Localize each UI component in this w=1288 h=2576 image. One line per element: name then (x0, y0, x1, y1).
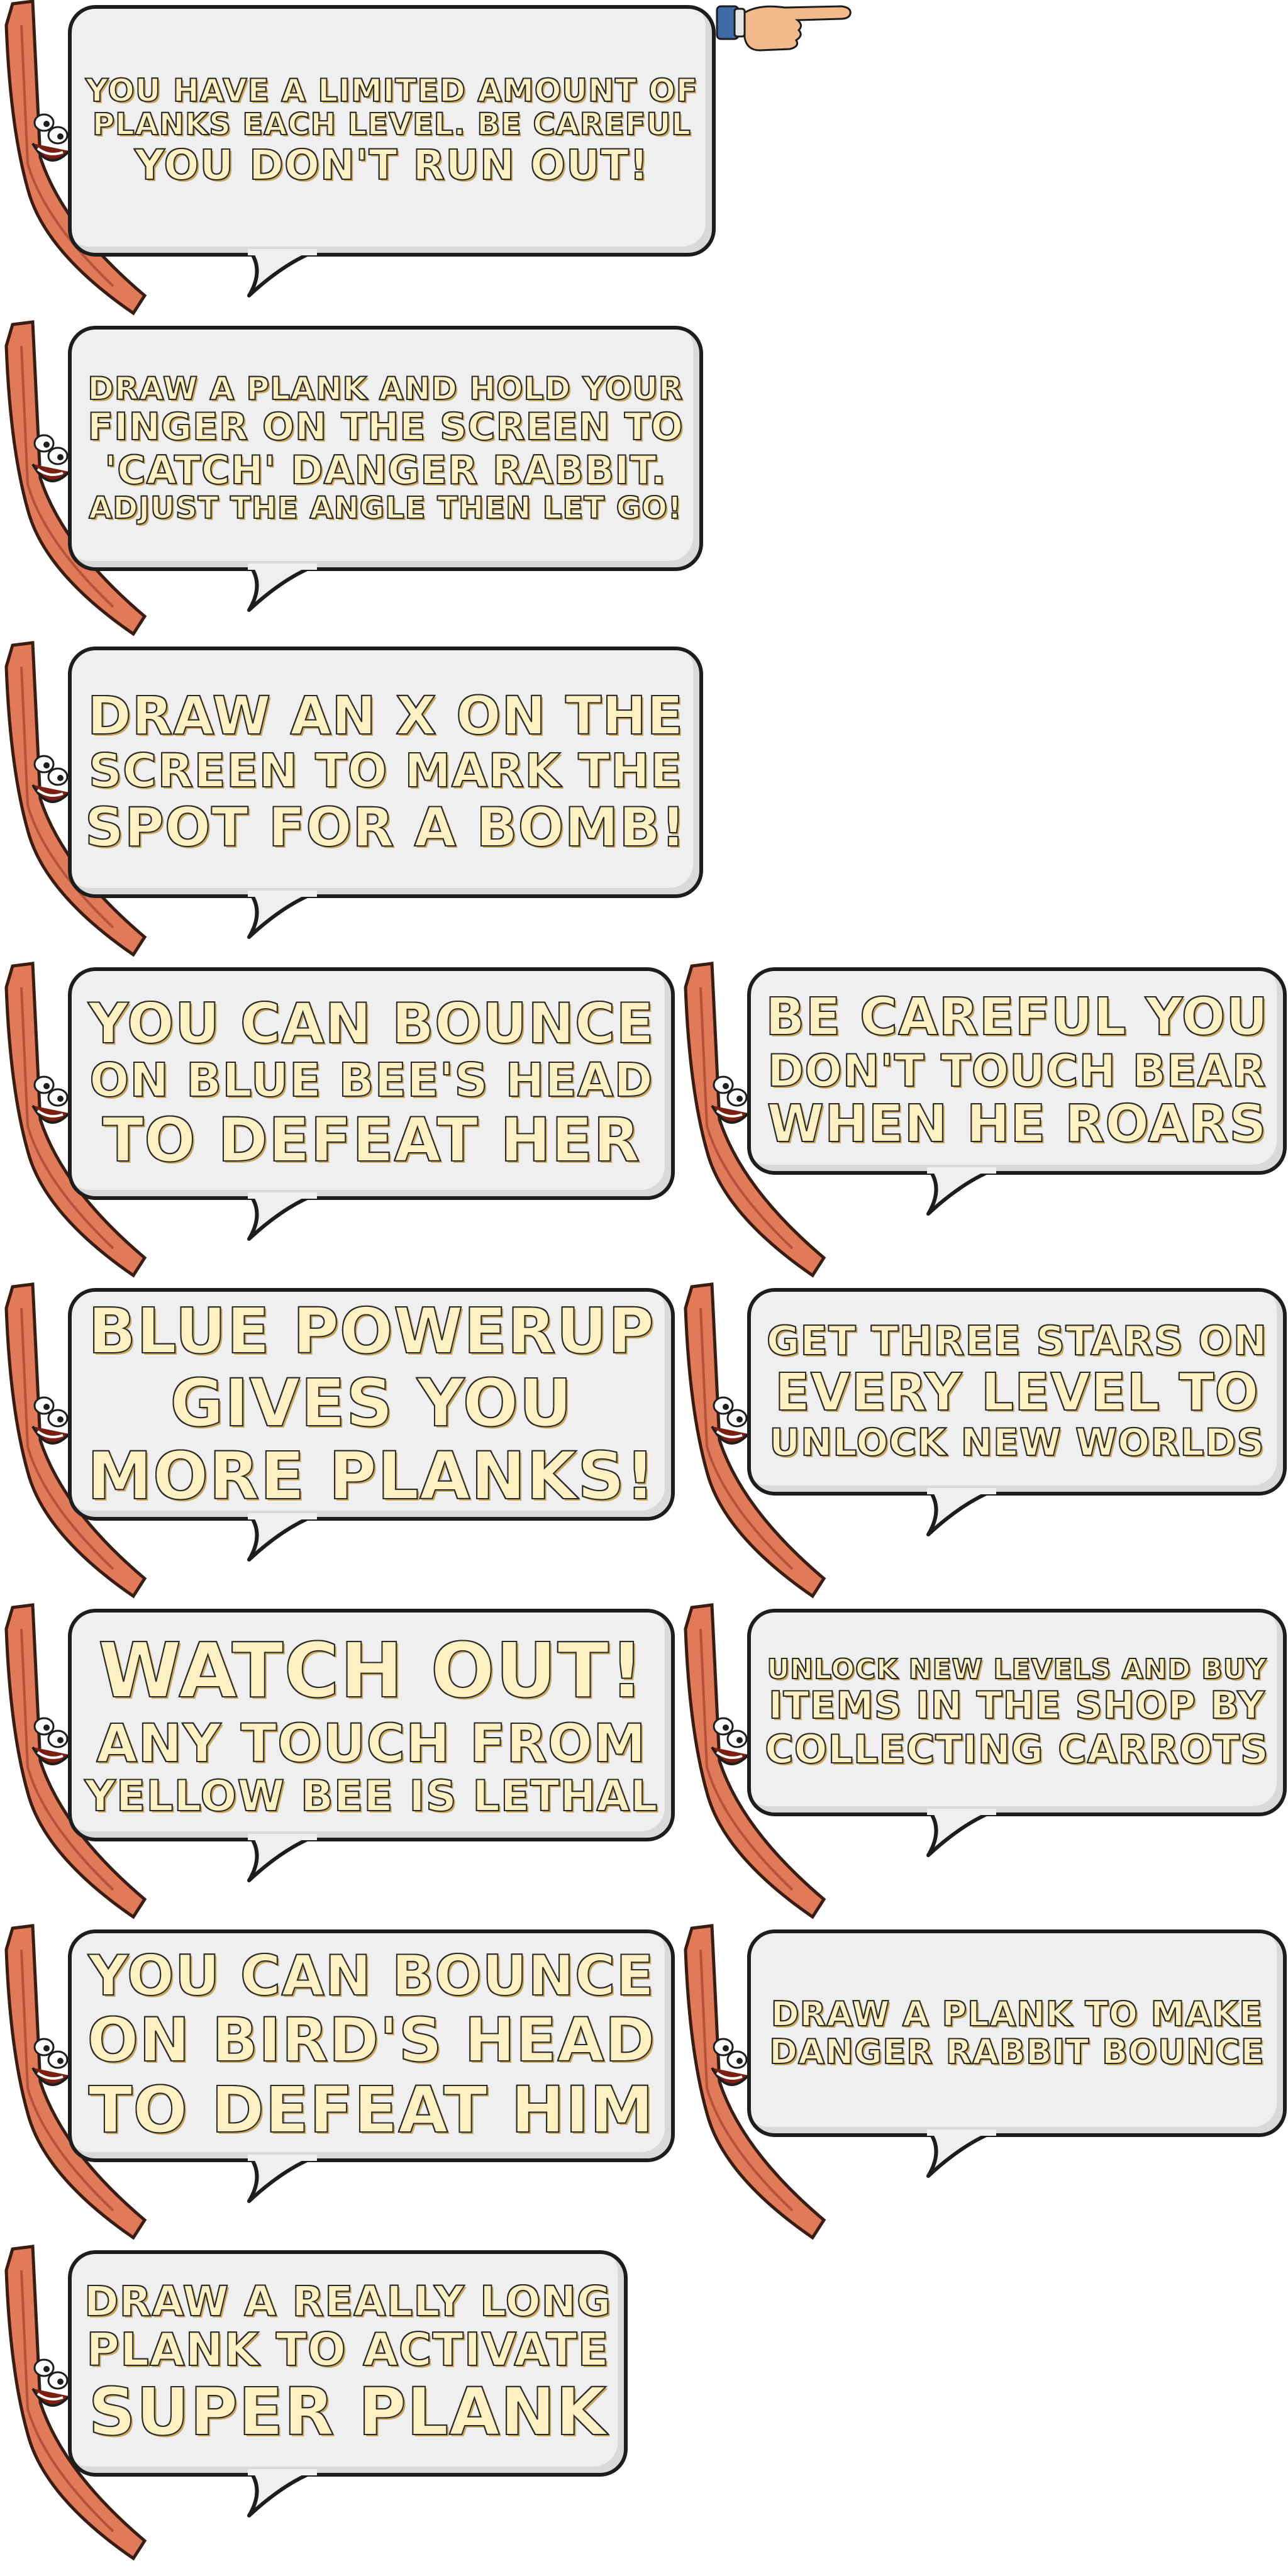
tip-text-line: PLANK TO ACTIVATE (86, 2323, 609, 2377)
speech-bubble: WATCH OUT! ANY TOUCH FROM YELLOW BEE IS LE… (68, 1609, 675, 1841)
tip-text-line: DRAW A PLANK AND HOLD YOUR (87, 370, 684, 407)
speech-bubble-tail (926, 1167, 996, 1216)
tip-text-line: SPOT FOR A BOMB! (84, 796, 687, 860)
tip-text-line: GIVES YOU (169, 1364, 573, 1441)
tip-text-line: DRAW A REALLY LONG (84, 2277, 612, 2326)
tip-card: BE CAREFUL YOU DON'T TOUCH BEAR WHEN HE RO… (679, 962, 1288, 1278)
tip-text-line: DANGER RABBIT BOUNCE (769, 2032, 1265, 2072)
speech-bubble: DRAW AN X ON THE SCREEN TO MARK THE SPOT F… (68, 647, 703, 898)
speech-bubble: UNLOCK NEW LEVELS AND BUY ITEMS IN THE SH… (747, 1609, 1287, 1816)
speech-bubble-tail (247, 2155, 317, 2203)
tip-card: WATCH OUT! ANY TOUCH FROM YELLOW BEE IS LE… (0, 1603, 676, 1924)
tip-text-line: WHEN HE ROARS (767, 1094, 1267, 1155)
speech-bubble-tail (247, 2469, 317, 2518)
tip-text-line: GET THREE STARS ON (766, 1318, 1268, 1365)
speech-bubble-tail (247, 249, 317, 297)
tip-card: DRAW A PLANK AND HOLD YOUR FINGER ON THE … (0, 320, 704, 654)
tip-text-line: BLUE POWERUP (87, 1294, 655, 1368)
speech-bubble-tail (247, 891, 317, 939)
speech-bubble-tail (247, 1192, 317, 1241)
speech-bubble-tail (926, 1809, 996, 1857)
speech-bubble: DRAW A REALLY LONG PLANK TO ACTIVATE SUPER… (68, 2250, 628, 2477)
speech-bubble-tail (926, 1488, 996, 1536)
tip-card: BLUE POWERUP GIVES YOU MORE PLANKS! (0, 1282, 676, 1604)
speech-bubble: GET THREE STARS ON EVERY LEVEL TO UNLOCK N… (747, 1288, 1287, 1496)
tip-text-line: EVERY LEVEL TO (774, 1363, 1260, 1423)
tip-card: DRAW A PLANK TO MAKE DANGER RABBIT BOUNCE (679, 1924, 1288, 2240)
tip-text-line: YOU HAVE A LIMITED AMOUNT OF (85, 72, 699, 109)
tip-card: DRAW AN X ON THE SCREEN TO MARK THE SPOT F… (0, 641, 704, 981)
tip-card: DRAW A REALLY LONG PLANK TO ACTIVATE SUPER… (0, 2245, 629, 2561)
speech-bubble-tail (926, 2129, 996, 2178)
tip-text-line: 'CATCH' DANGER RABBIT. (104, 447, 667, 493)
tip-text-line: SUPER PLANK (88, 2373, 608, 2451)
speech-bubble: DRAW A PLANK AND HOLD YOUR FINGER ON THE … (68, 326, 703, 571)
tip-card: GET THREE STARS ON EVERY LEVEL TO UNLOCK N… (679, 1282, 1288, 1599)
tip-text-line: BE CAREFUL YOU (765, 987, 1269, 1047)
speech-bubble: YOU CAN BOUNCE ON BLUE BEE'S HEAD TO DEFEA… (68, 967, 675, 1200)
speech-bubble-tail (247, 1834, 317, 1882)
speech-bubble: BE CAREFUL YOU DON'T TOUCH BEAR WHEN HE RO… (747, 967, 1287, 1175)
tip-text-line: FINGER ON THE SCREEN TO (87, 404, 684, 449)
tip-text-line: YOU CAN BOUNCE (87, 1943, 655, 2008)
tip-card: UNLOCK NEW LEVELS AND BUY ITEMS IN THE SH… (679, 1603, 1288, 1919)
speech-bubble: DRAW A PLANK TO MAKE DANGER RABBIT BOUNCE (747, 1929, 1287, 2137)
tip-text-line: YOU DON'T RUN OUT! (134, 140, 649, 189)
tip-text-line: TO DEFEAT HIM (88, 2072, 655, 2148)
tip-text-line: TO DEFEAT HER (102, 1104, 641, 1175)
speech-bubble-tail (247, 564, 317, 612)
tip-text-line: UNLOCK NEW LEVELS AND BUY (767, 1653, 1267, 1686)
tip-text-line: YOU CAN BOUNCE (87, 991, 655, 1056)
speech-bubble: YOU CAN BOUNCE ON BIRD'S HEAD TO DEFEAT HI… (68, 1929, 675, 2162)
tip-text-line: ANY TOUCH FROM (96, 1713, 647, 1775)
speech-bubble: YOU HAVE A LIMITED AMOUNT OF PLANKS EACH … (68, 5, 716, 257)
tip-text-line: MORE PLANKS! (86, 1438, 656, 1514)
tip-text-line: ITEMS IN THE SHOP BY (768, 1684, 1265, 1728)
tip-text-line: SCREEN TO MARK THE (88, 744, 683, 799)
tip-text-line: PLANKS EACH LEVEL. BE CAREFUL (92, 107, 691, 143)
tip-text-line: UNLOCK NEW WORLDS (769, 1421, 1265, 1465)
tip-text-line: DRAW AN X ON THE (87, 685, 684, 747)
speech-bubble: BLUE POWERUP GIVES YOU MORE PLANKS! (68, 1288, 675, 1521)
pointing-hand-icon (716, 5, 852, 52)
tip-text-line: ADJUST THE ANGLE THEN LET GO! (88, 491, 682, 526)
tip-text-line: YELLOW BEE IS LETHAL (84, 1772, 658, 1822)
tip-text-line: COLLECTING CARROTS (764, 1726, 1269, 1772)
tip-text-line: ON BIRD'S HEAD (87, 2005, 656, 2076)
tip-text-line: DON'T TOUCH BEAR (767, 1045, 1267, 1097)
tip-text-line: DRAW A PLANK TO MAKE (770, 1994, 1263, 2034)
tip-card: YOU CAN BOUNCE ON BIRD'S HEAD TO DEFEAT HI… (0, 1924, 676, 2245)
tip-card: YOU CAN BOUNCE ON BLUE BEE'S HEAD TO DEFEA… (0, 962, 676, 1283)
tip-text-line: WATCH OUT! (97, 1627, 645, 1715)
tip-card: YOU HAVE A LIMITED AMOUNT OF PLANKS EACH … (0, 0, 717, 340)
tip-text-line: ON BLUE BEE'S HEAD (89, 1053, 653, 1108)
speech-bubble-tail (247, 1513, 317, 1562)
